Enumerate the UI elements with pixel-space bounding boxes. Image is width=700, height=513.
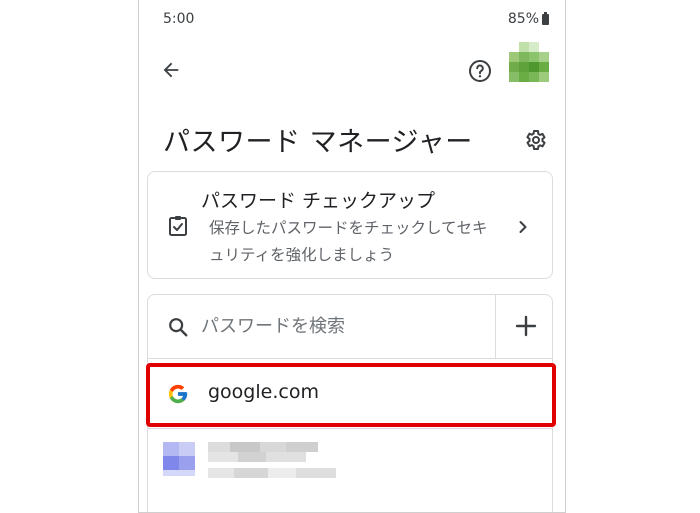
add-password-button[interactable] (511, 311, 541, 341)
back-button[interactable] (157, 56, 185, 84)
settings-button[interactable] (521, 126, 549, 154)
arrow-left-icon (163, 62, 179, 78)
clipboard-check-icon (169, 216, 187, 236)
page-title: パスワード マネージャー (163, 127, 473, 158)
chevron-right-icon (519, 221, 527, 233)
battery-percent: 85% (507, 11, 539, 27)
status-time: 5:00 (163, 11, 195, 27)
gear-icon (526, 130, 546, 150)
search-input[interactable] (201, 311, 481, 341)
password-list-item[interactable] (148, 430, 552, 490)
site-icon (163, 456, 179, 470)
site-icon (163, 442, 179, 456)
battery-icon (542, 11, 549, 25)
site-icon (179, 456, 195, 470)
help-circle-icon (469, 60, 491, 82)
phone-screen: 5:00 85% パスワード マネージャー パスワード チェックアップ 保存した… (138, 0, 566, 513)
divider (148, 428, 552, 429)
divider (495, 295, 496, 358)
highlight-box (146, 363, 556, 427)
site-icon (179, 442, 195, 456)
plus-icon (515, 315, 537, 337)
status-battery: 85% (508, 11, 549, 27)
help-button[interactable] (468, 59, 492, 83)
site-icon (163, 470, 195, 476)
checkup-title: パスワード チェックアップ (201, 190, 436, 212)
checkup-description: 保存したパスワードをチェックしてセキュリティを強化しましょう (209, 219, 488, 264)
search-icon (169, 318, 188, 337)
divider (148, 358, 552, 359)
avatar[interactable] (507, 42, 551, 86)
